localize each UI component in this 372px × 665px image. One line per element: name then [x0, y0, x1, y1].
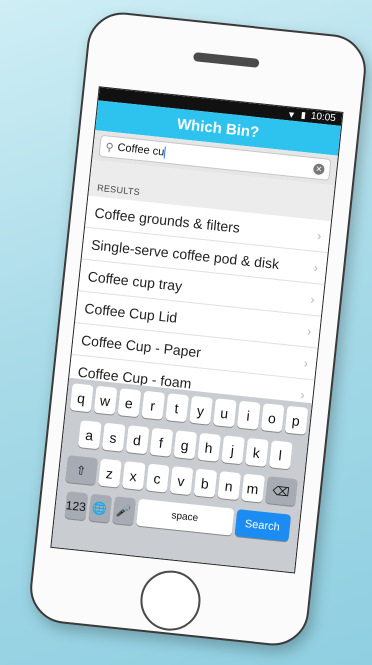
key[interactable]: r: [140, 390, 165, 420]
app-title: Which Bin?: [176, 115, 261, 141]
key[interactable]: z: [97, 458, 122, 488]
key[interactable]: m: [240, 473, 265, 503]
chevron-right-icon: ›: [309, 291, 316, 307]
key[interactable]: o: [260, 403, 284, 433]
key[interactable]: k: [244, 437, 269, 467]
chevron-right-icon: ›: [316, 227, 323, 244]
result-label: Coffee cup tray: [87, 267, 183, 294]
search-icon: ⚲: [104, 140, 115, 154]
result-label: Coffee Cup Lid: [83, 299, 179, 326]
phone-frame: ▼ ▮ 10:05 Which Bin? ⚲ Coffee cu ✕ RESUL…: [26, 9, 370, 649]
key[interactable]: b: [193, 468, 217, 498]
key[interactable]: v: [169, 466, 193, 496]
key[interactable]: t: [164, 393, 189, 423]
key[interactable]: i: [236, 400, 261, 430]
screen: ▼ ▮ 10:05 Which Bin? ⚲ Coffee cu ✕ RESUL…: [50, 86, 344, 574]
search-query: Coffee cu: [116, 141, 165, 159]
backspace-icon[interactable]: ⌫: [264, 476, 298, 507]
result-list: Coffee grounds & filters › Single-serve c…: [68, 195, 331, 413]
key[interactable]: l: [268, 440, 293, 470]
key[interactable]: c: [145, 463, 170, 493]
chevron-right-icon: ›: [302, 355, 309, 371]
speaker: [192, 52, 260, 68]
key[interactable]: s: [101, 422, 126, 452]
chevron-right-icon: ›: [299, 387, 306, 403]
key[interactable]: f: [149, 427, 173, 457]
home-button[interactable]: [137, 567, 204, 634]
key[interactable]: u: [212, 398, 237, 428]
battery-icon: ▮: [300, 109, 307, 121]
result-label: Coffee Cup - Paper: [80, 331, 202, 360]
text-caret: [163, 146, 166, 159]
key[interactable]: w: [93, 385, 117, 415]
keyboard: q w e r t y u i o p a s d f g h j k l ⇧ …: [51, 377, 312, 573]
key[interactable]: j: [220, 435, 245, 465]
shift-icon[interactable]: ⇧: [64, 455, 98, 486]
wifi-icon: ▼: [286, 108, 297, 120]
search-key[interactable]: Search: [234, 509, 291, 542]
clear-icon[interactable]: ✕: [312, 162, 325, 175]
globe-icon[interactable]: 🌐: [87, 493, 112, 523]
results-label: RESULTS: [96, 182, 141, 198]
key[interactable]: p: [284, 405, 308, 435]
key[interactable]: y: [188, 395, 213, 425]
chevron-right-icon: ›: [312, 259, 319, 276]
key[interactable]: a: [77, 420, 102, 450]
space-key[interactable]: space: [135, 498, 234, 536]
key[interactable]: n: [216, 471, 241, 501]
key[interactable]: x: [121, 461, 146, 491]
key[interactable]: q: [69, 383, 94, 413]
key[interactable]: e: [117, 388, 141, 418]
numbers-key[interactable]: 123: [64, 491, 88, 521]
key[interactable]: g: [172, 430, 197, 460]
microphone-icon[interactable]: 🎤: [111, 496, 136, 526]
key[interactable]: d: [125, 425, 149, 455]
chevron-right-icon: ›: [306, 323, 313, 339]
key[interactable]: h: [196, 432, 221, 462]
